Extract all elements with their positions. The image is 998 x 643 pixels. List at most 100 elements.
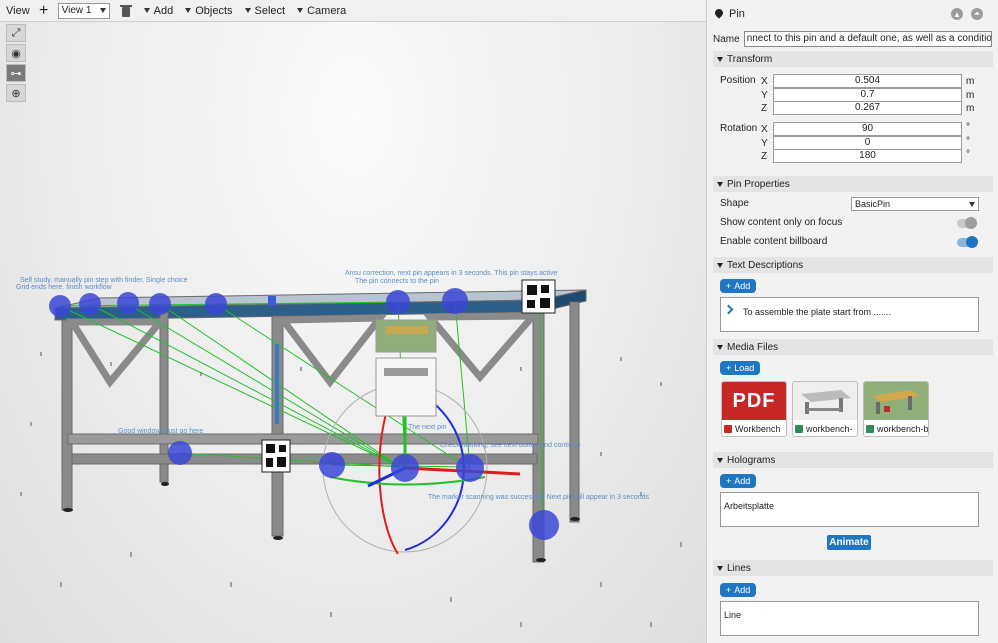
chevron-down-icon (185, 8, 192, 13)
load-media-button[interactable]: + Load (720, 361, 761, 375)
unit-label: m (966, 76, 975, 87)
workbench-model[interactable] (54, 289, 587, 563)
name-field[interactable]: nnect to this pin and a default one, as … (743, 31, 992, 47)
line-item[interactable]: Line (720, 601, 979, 636)
section-media-files[interactable]: Media Files (713, 339, 993, 355)
position-y-input[interactable]: 0.7 (773, 88, 962, 102)
eye-icon[interactable]: ◉ (6, 44, 26, 62)
plus-icon: + (726, 363, 732, 373)
media-item-name: workbench-b (864, 420, 928, 436)
shape-label: Shape (720, 198, 749, 209)
media-item-name: workbench- (793, 420, 857, 436)
key-icon[interactable]: ⊶ (6, 64, 26, 82)
pin-label: Check Marking, see next button and conti… (440, 442, 581, 449)
axis-label: Z (761, 151, 768, 162)
pin-label: Ansu correction, next pin appears in 3 s… (345, 270, 558, 277)
text-description-value: To assemble the plate start from ....... (743, 307, 892, 317)
chevron-down-icon (717, 56, 723, 62)
pin-marker (149, 293, 171, 315)
rotation-z-input[interactable]: 180 (773, 149, 962, 163)
text-description-item[interactable]: To assemble the plate start from ....... (720, 297, 979, 332)
move-gizmo-icon[interactable]: ⊕ (6, 84, 26, 102)
trash-icon[interactable] (119, 4, 132, 18)
media-item[interactable]: workbench-b (863, 381, 929, 437)
section-pin-properties[interactable]: Pin Properties (713, 176, 993, 192)
pin-marker (529, 510, 559, 540)
section-transform[interactable]: Transform (713, 51, 993, 67)
floating-media[interactable] (375, 319, 437, 417)
view-label: View (6, 4, 30, 17)
arrow-up-icon[interactable]: ▲ (951, 8, 963, 20)
media-item[interactable]: PDF Workbench (721, 381, 787, 437)
axis-label: X (761, 76, 768, 87)
expand-icon[interactable]: ⤢ (6, 24, 26, 42)
media-item-label: workbench- (806, 424, 853, 434)
media-item[interactable]: workbench- (792, 381, 858, 437)
toggle-knob (965, 217, 977, 229)
viewport-toolbar: View + View 1 Add Objects Select Camera (0, 0, 706, 22)
section-title: Transform (727, 53, 773, 65)
menu-camera[interactable]: Camera (297, 5, 346, 17)
pin-label: Grid ends here. finish workflow (16, 284, 112, 291)
add-line-button[interactable]: + Add (720, 583, 757, 597)
show-focus-toggle[interactable] (957, 217, 977, 229)
add-hologram-button[interactable]: + Add (720, 474, 757, 488)
pins[interactable] (49, 288, 559, 540)
toggle-knob (966, 236, 978, 248)
show-focus-label: Show content only on focus (720, 217, 843, 228)
position-label: Position (720, 75, 756, 86)
rotation-y-input[interactable]: 0 (773, 136, 962, 150)
section-title: Lines (727, 562, 751, 574)
plus-icon: + (726, 281, 732, 291)
plus-icon[interactable]: + (36, 2, 52, 18)
menu-camera-label: Camera (307, 4, 347, 17)
billboard-toggle[interactable] (957, 236, 978, 248)
pdf-thumbnail: PDF (722, 382, 786, 420)
unit-label: ° (966, 136, 970, 147)
chevron-down-icon (143, 8, 150, 13)
section-lines[interactable]: Lines (713, 560, 993, 576)
position-z-input[interactable]: 0.267 (773, 101, 962, 115)
ground-grid (20, 352, 682, 627)
section-holograms[interactable]: Holograms (713, 452, 993, 468)
menu-objects[interactable]: Objects (185, 5, 233, 17)
add-text-button[interactable]: + Add (720, 279, 757, 293)
section-title: Text Descriptions (727, 259, 804, 271)
unit-label: ° (966, 122, 970, 133)
image-thumbnail (793, 382, 857, 420)
load-media-label: Load (734, 363, 755, 373)
shape-select[interactable]: BasicPin (851, 197, 979, 211)
arrow-up-alt-icon[interactable]: ⏶ (971, 8, 983, 20)
chevron-down-icon (717, 457, 723, 463)
menu-select[interactable]: Select (244, 5, 285, 17)
animate-button[interactable]: Animate (827, 535, 871, 550)
axis-label: Y (761, 138, 768, 149)
menu-add-label: Add (153, 4, 174, 17)
rotation-x-input[interactable]: 90 (773, 122, 962, 136)
scene-canvas[interactable] (0, 22, 706, 643)
pin-marker (442, 288, 468, 314)
position-x-input[interactable]: 0.504 (773, 74, 962, 88)
line-value: Line (724, 610, 742, 620)
section-text-descriptions[interactable]: Text Descriptions (713, 257, 993, 273)
pin-icon (715, 9, 723, 19)
add-line-label: Add (734, 585, 751, 595)
hologram-item[interactable]: Arbeitsplatte (720, 492, 979, 527)
pin-connections (59, 296, 543, 523)
name-row: Name nnect to this pin and a default one… (713, 31, 992, 47)
inspector-panel: Pin ▲ ⏶ Name nnect to this pin and a def… (706, 0, 998, 643)
view-select[interactable]: View 1 (57, 2, 110, 19)
chevron-right-icon[interactable] (723, 304, 734, 315)
menu-add[interactable]: Add (143, 4, 174, 17)
3d-viewport[interactable]: ⤢ ◉ ⊶ ⊕ Self study, manually pin step wi… (0, 22, 706, 643)
axis-label: X (761, 124, 768, 135)
vertical-line-marker (275, 344, 279, 424)
add-text-label: Add (734, 281, 751, 291)
plus-icon: + (726, 476, 732, 486)
image-icon (795, 425, 803, 433)
media-item-label: workbench-b (877, 424, 928, 434)
chevron-down-icon (969, 201, 975, 207)
add-hologram-label: Add (734, 476, 751, 486)
chevron-down-icon (717, 565, 723, 571)
pin-label: The next pin (408, 424, 447, 431)
